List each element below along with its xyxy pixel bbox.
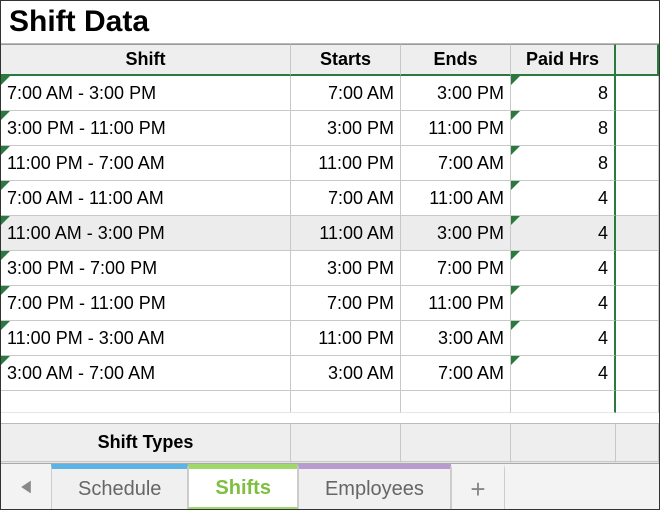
cell-starts[interactable]: 11:00 PM <box>291 321 401 356</box>
col-shift[interactable]: Shift <box>1 44 291 76</box>
cell-shift[interactable]: 7:00 AM - 11:00 AM <box>1 181 291 216</box>
table-row[interactable]: 11:00 PM - 3:00 AM11:00 PM3:00 AM4 <box>1 321 659 356</box>
cell-hrs[interactable]: 4 <box>511 321 616 356</box>
cell-ends[interactable]: 3:00 PM <box>401 216 511 251</box>
cell-ends[interactable]: 11:00 PM <box>401 111 511 146</box>
cell-shift[interactable]: 7:00 AM - 3:00 PM <box>1 76 291 111</box>
cell-extra <box>616 111 659 146</box>
cell-hrs[interactable]: 8 <box>511 76 616 111</box>
table-row[interactable]: 11:00 AM - 3:00 PM11:00 AM3:00 PM4 <box>1 216 659 251</box>
page-title: Shift Data <box>1 1 659 44</box>
cell-hrs[interactable]: 4 <box>511 181 616 216</box>
tab-employees[interactable]: Employees <box>298 464 451 509</box>
cell-starts[interactable]: 7:00 AM <box>291 76 401 111</box>
cell-starts[interactable]: 7:00 AM <box>291 181 401 216</box>
cell-extra <box>616 216 659 251</box>
cell-ends[interactable]: 7:00 PM <box>401 251 511 286</box>
section-shift-types: Shift Types <box>1 423 659 462</box>
col-extra <box>616 44 659 76</box>
cell-hrs[interactable]: 4 <box>511 286 616 321</box>
cell-hrs[interactable]: 4 <box>511 251 616 286</box>
cell-ends[interactable]: 7:00 AM <box>401 356 511 391</box>
tab-shifts[interactable]: Shifts <box>188 464 298 509</box>
table-row[interactable]: 3:00 AM - 7:00 AM3:00 AM7:00 AM4 <box>1 356 659 391</box>
cell-shift[interactable]: 11:00 PM - 3:00 AM <box>1 321 291 356</box>
cell-hrs[interactable]: 8 <box>511 111 616 146</box>
cell-extra <box>616 356 659 391</box>
cell-shift[interactable]: 11:00 AM - 3:00 PM <box>1 216 291 251</box>
cell-ends[interactable]: 7:00 AM <box>401 146 511 181</box>
cell-starts[interactable]: 7:00 PM <box>291 286 401 321</box>
tab-add[interactable]: + <box>451 464 505 509</box>
cell-starts[interactable]: 11:00 PM <box>291 146 401 181</box>
cell-starts[interactable]: 11:00 AM <box>291 216 401 251</box>
cell-shift[interactable]: 3:00 AM - 7:00 AM <box>1 356 291 391</box>
cell-shift[interactable]: 3:00 PM - 7:00 PM <box>1 251 291 286</box>
table-row[interactable]: 7:00 PM - 11:00 PM7:00 PM11:00 PM4 <box>1 286 659 321</box>
blank-row <box>1 391 659 423</box>
table-row[interactable]: 11:00 PM - 7:00 AM11:00 PM7:00 AM8 <box>1 146 659 181</box>
cell-shift[interactable]: 3:00 PM - 11:00 PM <box>1 111 291 146</box>
cell-ends[interactable]: 11:00 PM <box>401 286 511 321</box>
table-row[interactable]: 7:00 AM - 11:00 AM7:00 AM11:00 AM4 <box>1 181 659 216</box>
cell-starts[interactable]: 3:00 PM <box>291 111 401 146</box>
cell-extra <box>616 321 659 356</box>
cell-ends[interactable]: 3:00 AM <box>401 321 511 356</box>
sheet-tabs: Schedule Shifts Employees + <box>1 463 659 509</box>
cell-hrs[interactable]: 8 <box>511 146 616 181</box>
cell-extra <box>616 76 659 111</box>
cell-shift[interactable]: 11:00 PM - 7:00 AM <box>1 146 291 181</box>
shift-types-header[interactable]: Shift Types <box>1 424 291 462</box>
table-row[interactable]: 7:00 AM - 3:00 PM7:00 AM3:00 PM8 <box>1 76 659 111</box>
cell-extra <box>616 146 659 181</box>
cell-shift[interactable]: 7:00 PM - 11:00 PM <box>1 286 291 321</box>
header-row: Shift Starts Ends Paid Hrs <box>1 44 659 76</box>
col-ends[interactable]: Ends <box>401 44 511 76</box>
cell-hrs[interactable]: 4 <box>511 356 616 391</box>
cell-ends[interactable]: 3:00 PM <box>401 76 511 111</box>
table-row[interactable]: 3:00 PM - 7:00 PM3:00 PM7:00 PM4 <box>1 251 659 286</box>
cell-extra <box>616 251 659 286</box>
cell-hrs[interactable]: 4 <box>511 216 616 251</box>
cell-extra <box>616 181 659 216</box>
table-row[interactable]: 3:00 PM - 11:00 PM3:00 PM11:00 PM8 <box>1 111 659 146</box>
col-starts[interactable]: Starts <box>291 44 401 76</box>
cell-extra <box>616 286 659 321</box>
cell-starts[interactable]: 3:00 PM <box>291 251 401 286</box>
tab-schedule[interactable]: Schedule <box>51 464 188 509</box>
blank-area <box>1 462 659 463</box>
tab-nav-first[interactable] <box>1 464 51 509</box>
cell-ends[interactable]: 11:00 AM <box>401 181 511 216</box>
cell-starts[interactable]: 3:00 AM <box>291 356 401 391</box>
col-hrs[interactable]: Paid Hrs <box>511 44 616 76</box>
shift-grid: Shift Starts Ends Paid Hrs 7:00 AM - 3:0… <box>1 44 659 463</box>
